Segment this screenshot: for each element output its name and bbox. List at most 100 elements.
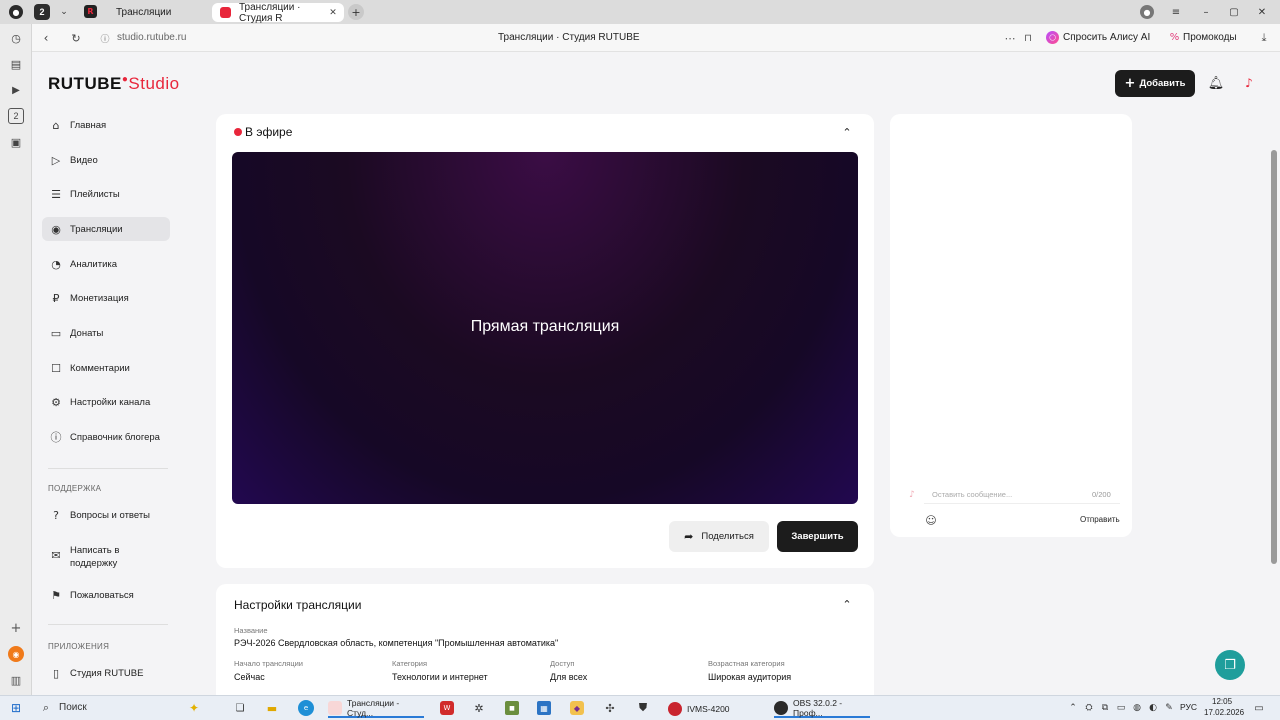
notification-icon[interactable]: ▭ [1252,701,1266,715]
sidebar-item-blogger-guide[interactable]: ⓘ Справочник блогера [42,425,170,449]
sidebar-item-label: Плейлисты [70,188,120,200]
chat-input[interactable]: Оставить сообщение... 0/200 [924,486,1120,504]
clock-date[interactable]: 17.02.2026 [1204,708,1244,717]
screenshot-icon[interactable]: ▣ [8,134,24,150]
video-player[interactable]: Прямая трансляция [232,152,858,504]
tab-counter-badge[interactable]: 2 [34,4,50,20]
sidebar-item-studio-app[interactable]: ▯ Студия RUTUBE [42,661,170,685]
tab-broadcasts-1[interactable]: Трансляции [108,3,206,22]
tab-broadcasts-studio[interactable]: Трансляции · Студия R ✕ [212,2,344,24]
collections-icon[interactable]: ▤ [8,56,24,72]
task-view-icon[interactable]: ❏ [232,700,248,716]
history-icon[interactable]: ◷ [8,30,24,46]
url-text[interactable]: studio.rutube.ru [117,32,187,43]
sidebar-item-report[interactable]: ⚑ Пожаловаться [42,583,170,607]
sidebar-item-label: Настройки канала [70,396,151,408]
sidebar-item-label: Монетизация [70,292,129,304]
alice-icon[interactable]: ◯ [1046,31,1059,44]
calculator-icon[interactable]: ▦ [537,701,551,715]
minecraft-icon[interactable]: ■ [505,701,519,715]
bell-icon[interactable]: 🔔︎ [1207,74,1225,92]
new-tab-icon[interactable]: + [348,4,364,20]
edge-icon[interactable]: e [298,700,314,716]
sidebar-item-channel-settings[interactable]: ⚙ Настройки канала [42,390,170,414]
reload-icon[interactable]: ↻ [68,30,84,46]
tray-app-icon[interactable]: ⛭ [1082,701,1096,715]
browser-side-panel: ◷ ▤ ▶ 2 ▣ + ◉ ▥ [0,24,32,695]
sidebar-item-broadcasts[interactable]: ◉ Трансляции [42,217,170,241]
sidebar-item-faq[interactable]: ? Вопросы и ответы [42,503,170,527]
sidebar-item-label: Написать в поддержку [70,545,120,569]
close-window-icon[interactable]: ✕ [1254,4,1270,20]
add-panel-icon[interactable]: + [8,620,24,636]
sidebar-item-write-support[interactable]: ✉ Написать в поддержку [42,542,170,572]
maximize-icon[interactable]: ▢ [1226,4,1242,20]
menu-icon[interactable]: ≡ [1168,4,1184,20]
share-button[interactable]: ➦ Поделиться [669,521,769,552]
tray-app-4-icon[interactable]: ◐ [1146,701,1160,715]
taskbar-item-ivms[interactable]: IVMS-4200 [668,699,754,718]
mail-icon: ✉ [51,548,61,562]
page-scrollbar[interactable] [1271,150,1277,564]
chatgpt-icon[interactable]: ✲ [472,701,486,715]
search-highlight-icon[interactable]: ✦ [174,699,214,717]
profile-icon[interactable]: ● [1140,5,1154,19]
download-icon[interactable]: ⤓ [1256,30,1272,46]
chat-counter: 0/200 [1092,490,1111,499]
close-tab-icon[interactable]: ✕ [327,8,339,18]
avatar[interactable]: ♪ [1240,74,1258,92]
panel-settings-icon[interactable]: ▥ [8,672,24,688]
sidebar-item-comments[interactable]: ☐ Комментарии [42,356,170,380]
explorer-icon[interactable]: ▬ [264,700,280,716]
sidebar-item-analytics[interactable]: ◔ Аналитика [42,252,170,276]
promo-icon[interactable]: % [1168,31,1181,44]
sidebar-item-label: Справочник блогера [70,431,160,443]
network-tool-icon[interactable]: ✣ [603,701,617,715]
tray-app-3-icon[interactable]: ◍ [1130,701,1144,715]
tray-display-icon[interactable]: ▭ [1114,701,1128,715]
help-chat-icon[interactable]: ❐ [1215,650,1245,680]
rutube-favicon-icon[interactable]: R [84,5,97,18]
tray-app-5-icon[interactable]: ✎ [1162,701,1176,715]
taskbar-item-obs[interactable]: OBS 32.0.2 - Проф... [774,698,870,718]
emoji-icon[interactable]: ☺ [924,513,938,527]
minimize-icon[interactable]: – [1198,4,1214,20]
send-button[interactable]: Отправить [1080,515,1120,524]
bookmark-icon[interactable]: ⊓ [1020,30,1036,46]
site-info-icon[interactable]: ⓘ [98,31,112,45]
tabs-dropdown-icon[interactable]: ⌄ [56,4,72,20]
sidebar-item-home[interactable]: ⌂ Главная [42,113,170,137]
clock-time[interactable]: 12:05 [1212,697,1232,706]
settings-card: Настройки трансляции ⌃ Название РЭЧ-2026… [216,584,874,695]
wps-icon[interactable]: W [440,701,454,715]
windows-start-icon[interactable]: ⊞ [8,700,24,716]
back-icon[interactable]: ‹ [38,30,54,46]
sidebar-item-video[interactable]: ▷ Видео [42,148,170,172]
finish-button[interactable]: Завершить [777,521,858,552]
shield-app-icon[interactable]: ⛊ [636,701,650,715]
sidebar-item-monetization[interactable]: ₽ Монетизация [42,286,170,310]
settings-collapse-chevron-icon[interactable]: ⌃ [839,596,855,612]
taskbar-item-browser[interactable]: Трансляции - Студ... [328,698,424,718]
promo-button[interactable]: Промокоды [1183,32,1237,43]
game-icon[interactable]: ◆ [570,701,584,715]
add-button[interactable]: + Добавить [1115,70,1195,97]
fox-app-icon[interactable]: ◉ [8,646,24,662]
collapse-chevron-icon[interactable]: ⌃ [839,124,855,140]
sidebar-item-donations[interactable]: ▭ Донаты [42,321,170,345]
media-icon[interactable]: ▶ [8,82,24,98]
ask-alice-button[interactable]: Спросить Алису AI [1063,32,1150,43]
studio-logo[interactable]: RUTUBE●Studio [48,74,180,94]
taskbar-search[interactable]: Поиск [59,702,87,713]
language-indicator[interactable]: РУС [1180,702,1197,712]
player-text: Прямая трансляция [470,318,620,335]
more-options-icon[interactable]: ⋯ [1002,30,1018,46]
start-value: Сейчас [234,672,265,682]
tray-app-2-icon[interactable]: ⧉ [1098,701,1112,715]
search-icon[interactable]: ⌕ [38,700,54,716]
side-badge-icon[interactable]: 2 [8,108,24,124]
live-indicator-icon [234,128,242,136]
sidebar-item-playlists[interactable]: ☰ Плейлисты [42,182,170,206]
browser-logo-icon[interactable]: ● [9,5,23,19]
tray-expand-icon[interactable]: ⌃ [1066,701,1080,715]
